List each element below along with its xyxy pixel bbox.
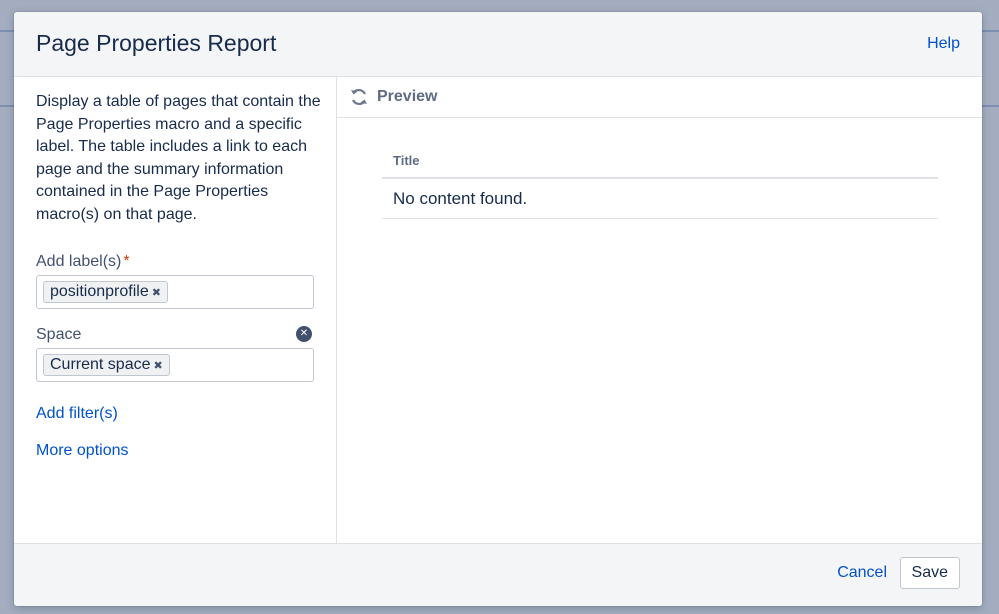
remove-chip-icon[interactable]: ✖	[152, 286, 161, 299]
column-header-title: Title	[382, 147, 938, 179]
labels-field-label-text: Add label(s)	[36, 253, 122, 270]
space-chip: Current space ✖	[43, 354, 170, 376]
background-line	[0, 105, 14, 107]
dialog-footer: Cancel Save	[14, 543, 982, 606]
cancel-button[interactable]: Cancel	[837, 564, 887, 582]
dialog-header: Page Properties Report Help	[14, 12, 982, 77]
space-field-label: Space	[36, 326, 82, 343]
label-chip-text: positionprofile	[50, 283, 149, 300]
labels-field-label: Add label(s) *	[36, 253, 130, 271]
required-mark: *	[123, 253, 130, 270]
refresh-icon[interactable]	[349, 87, 369, 107]
preview-label: Preview	[377, 88, 438, 105]
preview-table: Title No content found.	[382, 147, 938, 219]
clear-space-icon[interactable]: ✕	[296, 326, 312, 342]
dialog-title: Page Properties Report	[36, 30, 277, 56]
background-line	[982, 105, 999, 107]
background-line	[0, 30, 14, 32]
macro-options-panel: Display a table of pages that contain th…	[14, 77, 337, 544]
save-button[interactable]: Save	[899, 557, 960, 589]
help-link[interactable]: Help	[927, 35, 960, 53]
space-input[interactable]: Current space ✖	[36, 348, 314, 382]
page-properties-report-dialog: Page Properties Report Help Display a ta…	[14, 12, 982, 606]
add-filters-link[interactable]: Add filter(s)	[36, 405, 118, 423]
remove-chip-icon[interactable]: ✖	[154, 359, 163, 372]
space-chip-text: Current space	[50, 356, 151, 373]
empty-message: No content found.	[382, 179, 938, 219]
macro-description: Display a table of pages that contain th…	[36, 93, 321, 223]
preview-panel: Preview Title No content found.	[337, 77, 982, 544]
labels-input[interactable]: positionprofile ✖	[36, 275, 314, 309]
label-chip: positionprofile ✖	[43, 281, 168, 303]
preview-toolbar: Preview	[337, 77, 982, 118]
more-options-link[interactable]: More options	[36, 442, 129, 460]
background-line	[982, 30, 999, 32]
